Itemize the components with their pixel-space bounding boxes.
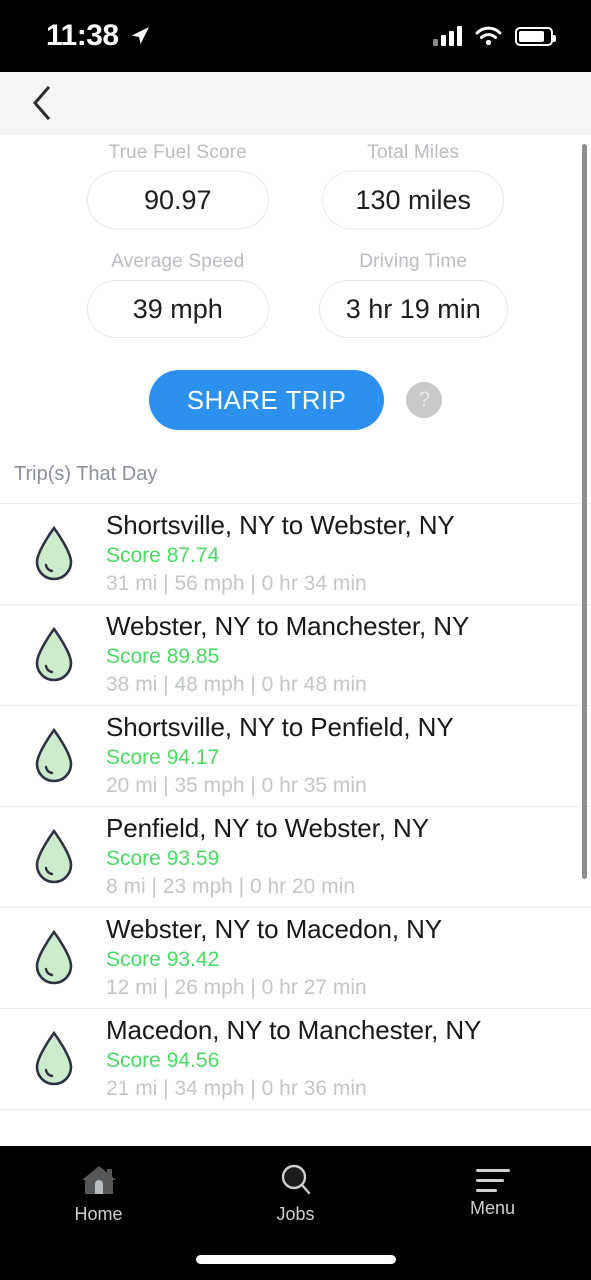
- stat-value: 130 miles: [322, 171, 505, 229]
- table-row[interactable]: Shortsville, NY to Webster, NY Score 87.…: [0, 504, 591, 605]
- trip-meta: 8 mi | 23 mph | 0 hr 20 min: [106, 875, 356, 899]
- trip-title: Shortsville, NY to Penfield, NY: [106, 712, 454, 743]
- trip-list: Shortsville, NY to Webster, NY Score 87.…: [0, 503, 591, 1110]
- share-trip-button[interactable]: SHARE TRIP: [148, 370, 385, 430]
- cellular-signal-icon: [433, 26, 462, 46]
- stat-total-miles: Total Miles 130 miles: [296, 142, 532, 229]
- trips-section-label: Trip(s) That Day: [14, 463, 158, 485]
- share-row: SHARE TRIP ?: [0, 370, 591, 430]
- trip-score: Score 94.56: [106, 1049, 220, 1073]
- table-row[interactable]: Penfield, NY to Webster, NY Score 93.59 …: [0, 807, 591, 908]
- location-arrow-icon: [131, 27, 149, 44]
- battery-icon: [515, 26, 556, 46]
- stat-driving-time: Driving Time 3 hr 19 min: [296, 251, 532, 338]
- tab-menu[interactable]: Menu: [394, 1146, 591, 1241]
- status-bar-clock: 11:38: [46, 19, 119, 52]
- help-button[interactable]: ?: [406, 382, 443, 418]
- tab-label: Home: [74, 1204, 123, 1224]
- stat-average-speed: Average Speed 39 mph: [60, 251, 296, 338]
- stat-label: Total Miles: [367, 142, 460, 163]
- table-row[interactable]: Webster, NY to Macedon, NY Score 93.42 1…: [0, 908, 591, 1009]
- trip-meta: 21 mi | 34 mph | 0 hr 36 min: [106, 1077, 367, 1101]
- trip-meta: 38 mi | 48 mph | 0 hr 48 min: [106, 673, 367, 697]
- trip-text: Shortsville, NY to Webster, NY Score 87.…: [92, 510, 455, 597]
- trip-score: Score 93.42: [106, 948, 220, 972]
- bottom-tab-bar: Home Jobs Menu: [0, 1146, 591, 1280]
- status-bar-right: [433, 26, 556, 46]
- tab-label: Jobs: [276, 1204, 315, 1224]
- fuel-droplet-icon: [16, 626, 92, 684]
- trip-text: Webster, NY to Macedon, NY Score 93.42 1…: [92, 914, 442, 1001]
- trip-title: Macedon, NY to Manchester, NY: [106, 1015, 482, 1046]
- search-icon: [281, 1164, 310, 1195]
- status-bar: 11:38: [0, 0, 591, 72]
- scroll-content[interactable]: True Fuel Score 90.97 Total Miles 130 mi…: [0, 134, 591, 1146]
- home-indicator: [195, 1255, 396, 1264]
- stat-value: 3 hr 19 min: [318, 280, 508, 338]
- trip-score: Score 93.59: [106, 847, 220, 871]
- trip-meta: 20 mi | 35 mph | 0 hr 35 min: [106, 774, 367, 798]
- trip-title: Webster, NY to Macedon, NY: [106, 914, 443, 945]
- trip-text: Macedon, NY to Manchester, NY Score 94.5…: [92, 1015, 481, 1102]
- trip-meta: 31 mi | 56 mph | 0 hr 34 min: [106, 572, 367, 596]
- trip-title: Penfield, NY to Webster, NY: [106, 813, 429, 844]
- app-screen: 11:38 True Fuel Score 90.97 Total Miles …: [0, 0, 591, 1280]
- tab-jobs[interactable]: Jobs: [197, 1146, 394, 1241]
- trip-text: Webster, NY to Manchester, NY Score 89.8…: [92, 611, 469, 698]
- stat-label: True Fuel Score: [108, 142, 247, 163]
- back-button[interactable]: [20, 81, 64, 125]
- tab-list: Home Jobs Menu: [0, 1146, 591, 1241]
- hamburger-menu-icon: [475, 1168, 510, 1192]
- status-bar-left: 11:38: [46, 19, 151, 53]
- trip-text: Shortsville, NY to Penfield, NY Score 94…: [92, 712, 454, 799]
- trip-score: Score 87.74: [106, 544, 220, 568]
- trip-title: Webster, NY to Manchester, NY: [106, 611, 470, 642]
- tab-label: Menu: [469, 1197, 516, 1218]
- trip-text: Penfield, NY to Webster, NY Score 93.59 …: [92, 813, 429, 900]
- tab-home[interactable]: Home: [0, 1146, 197, 1241]
- trip-summary-stats: True Fuel Score 90.97 Total Miles 130 mi…: [0, 134, 591, 338]
- fuel-droplet-icon: [16, 828, 92, 886]
- trip-score: Score 89.85: [106, 645, 220, 669]
- table-row[interactable]: Shortsville, NY to Penfield, NY Score 94…: [0, 706, 591, 807]
- fuel-droplet-icon: [16, 929, 92, 987]
- stat-label: Average Speed: [111, 251, 245, 272]
- stat-value: 90.97: [86, 171, 269, 229]
- home-icon: [81, 1166, 116, 1194]
- vertical-scrollbar[interactable]: [582, 144, 587, 879]
- stat-true-fuel-score: True Fuel Score 90.97: [60, 142, 296, 229]
- fuel-droplet-icon: [16, 525, 92, 583]
- fuel-droplet-icon: [16, 727, 92, 785]
- stat-label: Driving Time: [359, 251, 468, 272]
- table-row[interactable]: Macedon, NY to Manchester, NY Score 94.5…: [0, 1009, 591, 1110]
- stat-value: 39 mph: [86, 280, 269, 338]
- fuel-droplet-icon: [16, 1030, 92, 1088]
- wifi-icon: [475, 26, 502, 46]
- chevron-left-icon: [33, 85, 51, 120]
- nav-header: [0, 72, 591, 134]
- trip-meta: 12 mi | 26 mph | 0 hr 27 min: [106, 976, 367, 1000]
- trip-score: Score 94.17: [106, 746, 220, 770]
- trip-title: Shortsville, NY to Webster, NY: [106, 510, 455, 541]
- table-row[interactable]: Webster, NY to Manchester, NY Score 89.8…: [0, 605, 591, 706]
